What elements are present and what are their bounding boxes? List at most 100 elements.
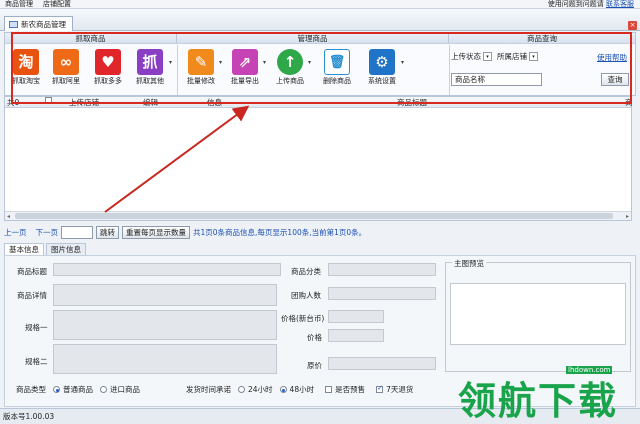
tab-label: 新农商品管理 xyxy=(21,19,66,29)
detail-field[interactable] xyxy=(53,284,277,306)
goods-type-row: 商品类型 普通商品 进口商品 xyxy=(16,384,140,395)
upload-status-label: 上传状态 xyxy=(451,52,481,61)
grab-other-button[interactable]: 抓 抓取其他 xyxy=(129,47,171,93)
spec1-label: 规格一 xyxy=(25,323,48,332)
spec2-field[interactable] xyxy=(53,344,277,374)
type-normal-radio[interactable] xyxy=(53,386,60,393)
table-header: 共0 上传店铺 编辑 信息 商品标题 商 xyxy=(5,97,633,108)
col-info: 信息 xyxy=(207,98,222,107)
scroll-right-icon[interactable]: ▸ xyxy=(626,213,629,220)
detail-tabs: 基本信息 图片信息 xyxy=(4,243,86,255)
spec1-field[interactable] xyxy=(53,310,277,340)
next-page-link[interactable]: 下一页 xyxy=(36,227,59,238)
window-icon xyxy=(9,20,18,28)
pencil-icon: ✎ xyxy=(188,49,214,75)
delete-goods-button[interactable]: 🗑 删除商品 xyxy=(316,47,358,93)
spec2-label: 规格二 xyxy=(25,357,48,366)
group-header-query: 商品查询 xyxy=(449,33,635,44)
upload-goods-label: 上传商品 xyxy=(276,77,304,85)
main-image-preview xyxy=(450,283,626,345)
ship-label: 发货时间承诺 xyxy=(186,385,231,394)
select-all-checkbox[interactable] xyxy=(45,97,52,104)
grab-other-icon: 抓 xyxy=(137,49,163,75)
grab-taobao-button[interactable]: 淘 抓取淘宝 xyxy=(5,47,47,93)
tab-image-info[interactable]: 图片信息 xyxy=(46,243,86,255)
gear-icon: ⚙ xyxy=(369,49,395,75)
system-settings-button[interactable]: ⚙ 系统设置 xyxy=(361,47,403,93)
ribbon-toolbar: 抓取商品 管理商品 商品查询 淘 抓取淘宝 ∞ 抓取阿里 ♥ 抓取多多 抓 抓取… xyxy=(4,32,636,96)
ship-24h-radio[interactable] xyxy=(238,386,245,393)
chevron-down-icon[interactable]: ▾ xyxy=(263,59,266,66)
version-text: 版本号1.00.03 xyxy=(3,412,55,421)
col-more: 商 xyxy=(625,98,633,107)
scroll-left-icon[interactable]: ◂ xyxy=(7,213,10,220)
chevron-down-icon[interactable]: ▾ xyxy=(308,59,311,66)
menu-item-shop-config[interactable]: 店铺配置 xyxy=(38,0,76,9)
grab-ali-button[interactable]: ∞ 抓取阿里 xyxy=(45,47,87,93)
export-icon: ⇗ xyxy=(232,49,258,75)
batch-edit-button[interactable]: ✎ 批量修改 xyxy=(180,47,222,93)
chevron-down-icon[interactable]: ▾ xyxy=(169,59,172,66)
ship-48h-radio[interactable] xyxy=(279,386,287,393)
type-import-radio[interactable] xyxy=(100,386,107,393)
ship-24h-label: 24小时 xyxy=(248,385,273,394)
price-field[interactable] xyxy=(328,329,384,342)
goods-name-input[interactable]: 商品名称 xyxy=(451,73,542,86)
type-label: 商品类型 xyxy=(16,385,46,394)
group-header-manage: 管理商品 xyxy=(177,33,449,44)
group-buy-label: 团购人数 xyxy=(291,291,321,300)
return-checkbox[interactable] xyxy=(376,384,384,393)
category-field[interactable] xyxy=(328,263,436,276)
contact-support-link[interactable]: 联系客服 xyxy=(606,0,634,8)
system-settings-label: 系统设置 xyxy=(368,77,396,85)
top-status: 使用问题到问题请 联系客服 xyxy=(548,0,634,9)
group-divider xyxy=(449,45,450,95)
price-nt-field[interactable] xyxy=(328,310,384,323)
help-link[interactable]: 使用帮助 xyxy=(597,52,627,63)
grab-other-label: 抓取其他 xyxy=(136,77,164,85)
grab-duoduo-button[interactable]: ♥ 抓取多多 xyxy=(87,47,129,93)
presale-checkbox[interactable] xyxy=(325,386,333,393)
scrollbar-thumb[interactable] xyxy=(15,213,613,219)
group-divider xyxy=(177,45,178,95)
tab-goods-manage[interactable]: 新农商品管理 xyxy=(4,16,73,31)
close-icon[interactable]: × xyxy=(628,21,637,30)
menu-item-goods[interactable]: 商品管理 xyxy=(0,0,38,9)
type-normal-label: 普通商品 xyxy=(63,385,93,394)
detail-label: 商品详情 xyxy=(17,291,47,300)
chevron-down-icon[interactable]: ▾ xyxy=(401,59,404,66)
query-filters: 上传状态 ▾ 所属店铺 ▾ xyxy=(451,51,538,62)
main-image-panel: 主图预览 xyxy=(445,258,631,372)
return-label: 7天退货 xyxy=(386,385,414,394)
query-button[interactable]: 查询 xyxy=(601,73,629,86)
trash-icon: 🗑 xyxy=(324,49,350,75)
price-nt-label: 价格(新台币) xyxy=(281,314,325,323)
orig-price-field[interactable] xyxy=(328,357,436,370)
ship-time-row: 发货时间承诺 24小时 48小时 是否预售 7天退货 xyxy=(186,384,413,395)
horizontal-scrollbar[interactable]: ◂ ▸ xyxy=(5,211,631,220)
goods-table: 共0 上传店铺 编辑 信息 商品标题 商 ◂ ▸ xyxy=(4,96,633,221)
chevron-down-icon[interactable]: ▾ xyxy=(219,59,222,66)
category-label: 商品分类 xyxy=(291,267,321,276)
batch-export-button[interactable]: ⇗ 批量导出 xyxy=(224,47,266,93)
page-number-input[interactable] xyxy=(61,226,93,239)
batch-edit-label: 批量修改 xyxy=(187,77,215,85)
shop-select[interactable]: ▾ xyxy=(529,52,538,61)
upload-goods-button[interactable]: ↑ 上传商品 xyxy=(269,47,311,93)
title-field[interactable] xyxy=(53,263,281,276)
jump-button[interactable]: 跳转 xyxy=(96,226,119,239)
pager: 上一页 下一页 跳转 重置每页显示数量 共1页0条商品信息,每页显示100条,当… xyxy=(4,226,366,239)
col-edit: 编辑 xyxy=(143,98,158,107)
status-text: 使用问题到问题请 xyxy=(547,0,604,8)
grab-ali-label: 抓取阿里 xyxy=(52,77,80,85)
tab-basic-info[interactable]: 基本信息 xyxy=(4,243,44,255)
menu-bar: 商品管理 店铺配置 xyxy=(0,0,640,9)
upload-status-select[interactable]: ▾ xyxy=(483,52,492,61)
shop-label: 所属店铺 xyxy=(497,52,527,61)
tab-bar: 新农商品管理 × xyxy=(0,9,640,31)
title-label: 商品标题 xyxy=(17,267,47,276)
col-upload-shop: 上传店铺 xyxy=(69,98,99,107)
group-buy-field[interactable] xyxy=(328,287,436,300)
prev-page-link[interactable]: 上一页 xyxy=(4,227,27,238)
reset-page-size-button[interactable]: 重置每页显示数量 xyxy=(122,226,190,239)
